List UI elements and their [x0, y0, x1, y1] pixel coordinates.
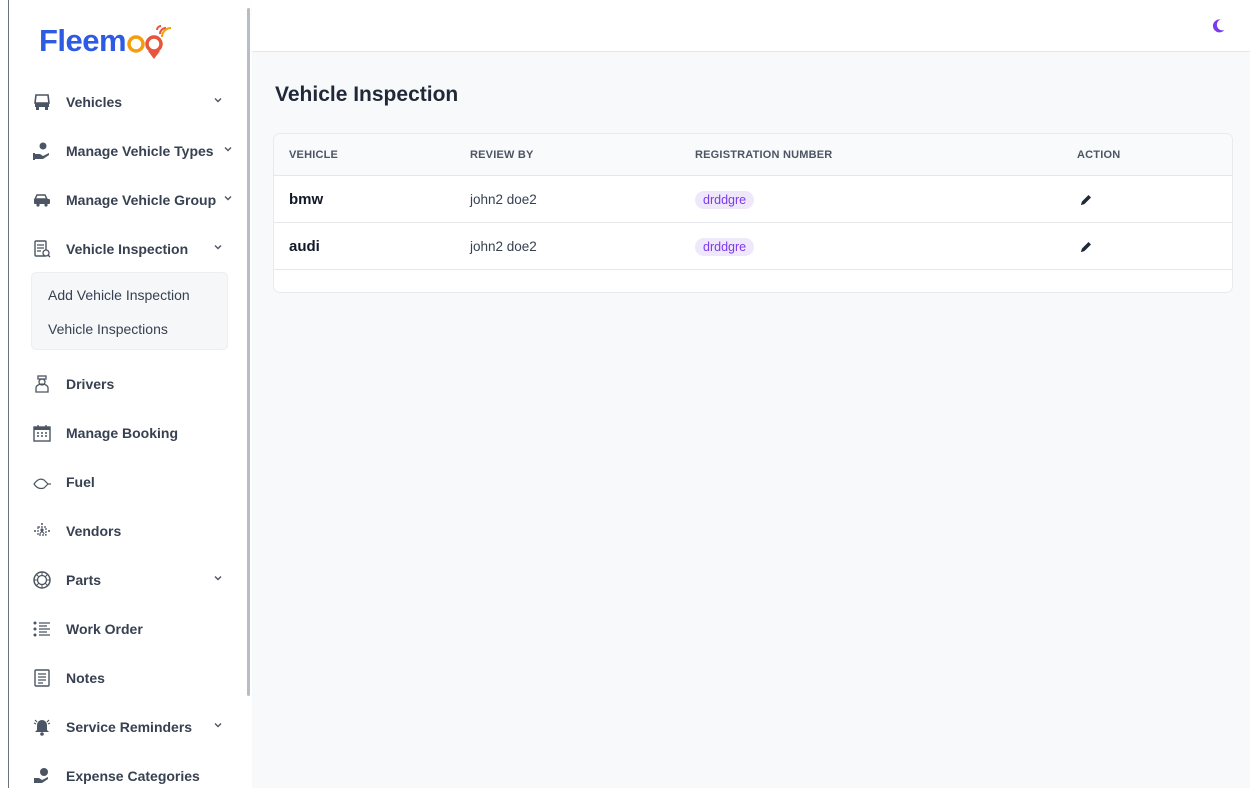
sidebar-item-label: Vendors — [66, 523, 122, 539]
review-by-cell: john2 doe2 — [470, 192, 537, 207]
page-title: Vehicle Inspection — [275, 83, 459, 106]
brand-logo[interactable]: Fleem — [39, 20, 174, 60]
table-row: audi john2 doe2 drddgre — [274, 223, 1232, 270]
vehicle-icon — [31, 91, 53, 113]
vehicle-cell: bmw — [289, 191, 324, 208]
sidebar-item-parts[interactable]: Parts — [31, 556, 241, 604]
vehicle-inspection-submenu: Add Vehicle Inspection Vehicle Inspectio… — [31, 272, 228, 350]
sidebar-item-manage-booking[interactable]: Manage Booking — [31, 409, 241, 457]
sidebar-item-label: Vehicle Inspection — [66, 241, 189, 257]
sidebar-item-vehicles[interactable]: Vehicles — [31, 78, 241, 126]
sidebar-item-label: Fuel — [66, 474, 95, 490]
sidebar-item-fuel[interactable]: Fuel — [31, 458, 241, 506]
table-header: VEHICLE REVIEW BY REGISTRATION NUMBER AC… — [274, 134, 1232, 176]
edit-icon — [1081, 194, 1091, 205]
brand-name: Fleem — [39, 22, 127, 58]
top-bar — [252, 0, 1250, 52]
column-header-action: ACTION — [1077, 149, 1121, 161]
sidebar-item-notes[interactable]: Notes — [31, 654, 241, 702]
sidebar-item-label: Parts — [66, 572, 102, 588]
sidebar-item-drivers[interactable]: Drivers — [31, 360, 241, 408]
column-header-review-by[interactable]: REVIEW BY — [470, 149, 534, 161]
sidebar-item-expense-categories[interactable]: Expense Categories — [31, 752, 241, 788]
registration-badge: drddgre — [695, 190, 755, 209]
chevron-down-icon — [214, 98, 222, 103]
sidebar-item-label: Vehicles — [66, 94, 123, 110]
fuel-icon — [31, 471, 53, 493]
column-header-vehicle[interactable]: VEHICLE — [289, 149, 338, 161]
main-content: Vehicle Inspection VEHICLE REVIEW BY REG… — [252, 53, 1250, 788]
sidebar-item-label: Manage Vehicle Types — [66, 143, 214, 159]
app-window: Fleem Vehicles Manage Vehicle Types Mana… — [0, 0, 1250, 788]
edit-icon — [1081, 241, 1091, 252]
chevron-down-icon — [214, 245, 222, 250]
submenu-item-add-vehicle-inspection[interactable]: Add Vehicle Inspection — [48, 287, 190, 303]
moon-icon[interactable] — [1210, 18, 1226, 34]
sidebar-item-vehicle-inspection[interactable]: Vehicle Inspection — [31, 225, 241, 273]
sidebar-item-label: Notes — [66, 670, 105, 686]
sidebar-item-label: Manage Booking — [66, 425, 179, 441]
sidebar-item-vehicle-types[interactable]: Manage Vehicle Types — [31, 127, 241, 175]
sidebar: Fleem Vehicles Manage Vehicle Types Mana… — [9, 0, 248, 788]
sidebar-item-label: Drivers — [66, 376, 115, 392]
action-cell — [1078, 223, 1094, 270]
registration-cell: drddgre — [695, 223, 755, 270]
driver-icon — [31, 373, 53, 395]
sidebar-scrollbar[interactable] — [247, 8, 250, 696]
parts-icon — [31, 569, 53, 591]
inspections-table: VEHICLE REVIEW BY REGISTRATION NUMBER AC… — [273, 133, 1233, 293]
registration-badge: drddgre — [695, 237, 755, 256]
submenu-item-vehicle-inspections[interactable]: Vehicle Inspections — [48, 321, 168, 337]
registration-cell: drddgre — [695, 176, 755, 223]
vehicle-group-icon — [31, 189, 53, 211]
sidebar-item-label: Expense Categories — [66, 768, 200, 784]
review-by-cell: john2 doe2 — [470, 239, 537, 254]
sidebar-item-service-reminders[interactable]: Service Reminders — [31, 703, 241, 751]
chevron-down-icon — [224, 196, 232, 201]
vehicle-cell: audi — [289, 238, 320, 255]
action-cell — [1078, 176, 1094, 223]
chevron-down-icon — [214, 576, 222, 581]
sidebar-item-label: Service Reminders — [66, 719, 193, 735]
table-row: bmw john2 doe2 drddgre — [274, 176, 1232, 223]
sidebar-item-label: Work Order — [66, 621, 143, 637]
sidebar-item-work-order[interactable]: Work Order — [31, 605, 241, 653]
edit-button[interactable] — [1078, 192, 1094, 208]
sidebar-item-vendors[interactable]: Vendors — [31, 507, 241, 555]
work-order-icon — [31, 618, 53, 640]
chevron-down-icon — [214, 723, 222, 728]
expense-icon — [31, 765, 53, 787]
sidebar-item-label: Manage Vehicle Group — [66, 192, 217, 208]
bell-icon — [31, 716, 53, 738]
edit-button[interactable] — [1078, 239, 1094, 255]
chevron-down-icon — [224, 147, 232, 152]
sidebar-item-vehicle-group[interactable]: Manage Vehicle Group — [31, 176, 241, 224]
logo-pin-icon — [126, 20, 174, 60]
inspection-icon — [31, 238, 53, 260]
calendar-icon — [31, 422, 53, 444]
column-header-registration[interactable]: REGISTRATION NUMBER — [695, 149, 832, 161]
vehicle-types-icon — [31, 140, 53, 162]
notes-icon — [31, 667, 53, 689]
vendors-icon — [31, 520, 53, 542]
